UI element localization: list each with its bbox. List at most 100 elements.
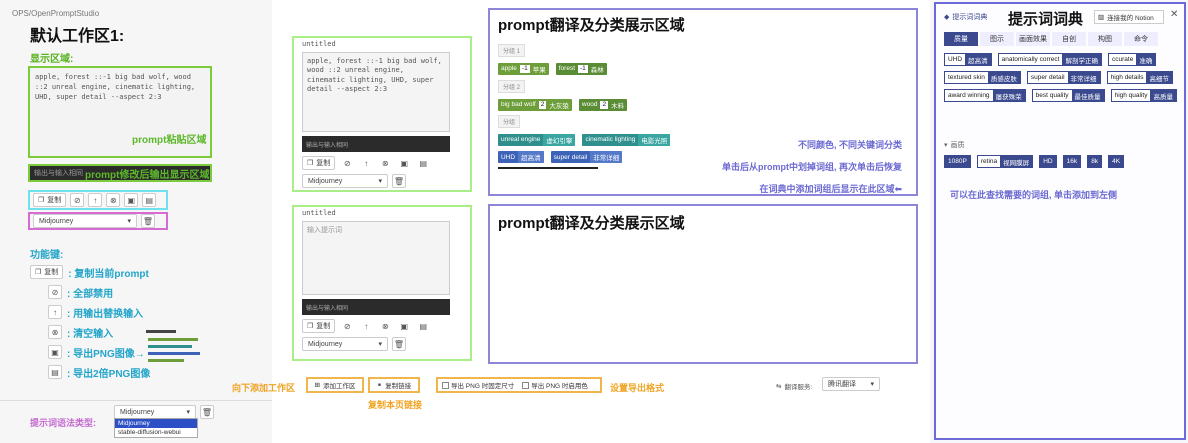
add-workspace-button[interactable]: ⊞ 添加工作区: [306, 377, 364, 393]
book-icon: ◆: [944, 14, 950, 21]
dict-title: 提示词词典: [1008, 11, 1084, 28]
export-format-note: 设置导出格式: [610, 383, 665, 393]
prompt-tag[interactable]: apple -1 苹果: [498, 62, 549, 75]
copy-icon: ❐: [307, 323, 314, 330]
syntax-select[interactable]: Midjourney ▾: [33, 214, 137, 228]
workspace-input[interactable]: 输入提示词: [302, 221, 450, 295]
output-bar[interactable]: 输出与输入相同 prompt修改后输出显示区域: [28, 164, 212, 182]
disable-button[interactable]: ⊘: [70, 193, 85, 207]
dict-word[interactable]: award winning 屡获殊荣: [944, 89, 1026, 102]
delete-button[interactable]: 🗑: [141, 214, 155, 228]
image-icon[interactable]: ▣: [397, 156, 412, 170]
dict-word[interactable]: 8k: [1087, 155, 1103, 168]
note-colors: 不同颜色, 不同关键词分类: [797, 140, 902, 150]
workspace-toolbar: ❐ 复制 ⊘ ↑ ⊗ ▣ ▤: [302, 319, 462, 333]
export-fixed-size-checkbox[interactable]: 导出 PNG 时固定尺寸: [442, 380, 514, 390]
export-color-checkbox[interactable]: 导出 PNG 时启用色: [522, 380, 588, 390]
prompt-tag[interactable]: forest -1 森林: [555, 62, 607, 75]
copy-button[interactable]: ❐ 复制: [30, 265, 64, 279]
note-dict: 在词典中添加词组后显示在此区域⬅: [759, 184, 902, 194]
dict-word[interactable]: super detail 非常详细: [1026, 71, 1101, 84]
syntax-option-sdwebui[interactable]: stable-diffusion-webui: [115, 428, 197, 437]
syntax-option-midjourney[interactable]: Midjourney: [115, 419, 197, 428]
arrow-up-icon[interactable]: ↑: [48, 305, 62, 319]
notion-button[interactable]: ▨ 连接我的 Notion: [1094, 10, 1164, 24]
delete-button[interactable]: 🗑: [200, 405, 214, 419]
copy-button[interactable]: ❐ 复制: [302, 319, 336, 333]
chevron-down-icon: ▾: [944, 142, 948, 149]
tab-style[interactable]: 图示: [980, 32, 1014, 46]
chevron-down-icon: ▾: [378, 341, 382, 348]
workspace-toolbar: ❐ 复制 ⊘ ↑ ⊗ ▣ ▤: [302, 156, 462, 170]
clear-icon[interactable]: ⊗: [378, 156, 393, 170]
function-replace: ↑ : 用输出替换输入: [30, 304, 150, 320]
image-icon[interactable]: ▣: [48, 345, 62, 359]
export-png-button[interactable]: ▣: [124, 193, 139, 207]
tab-custom[interactable]: 自创: [1052, 32, 1086, 46]
tab-command[interactable]: 命令: [1124, 32, 1158, 46]
workspace-title: 默认工作区1:: [30, 28, 125, 45]
paste-note: prompt粘贴区域: [132, 135, 207, 146]
workspace-input[interactable]: apple, forest ::-1 big bad wolf, wood ::…: [302, 52, 450, 132]
arrow-up-icon[interactable]: ↑: [359, 319, 374, 333]
translate-select[interactable]: 腾讯翻译 ▾: [822, 377, 880, 391]
arrow-up-icon[interactable]: ↑: [359, 156, 374, 170]
syntax-options: Midjourney stable-diffusion-webui: [114, 418, 198, 438]
image2x-icon[interactable]: ▤: [416, 319, 431, 333]
image2x-icon[interactable]: ▤: [416, 156, 431, 170]
dict-word[interactable]: ccurate 准确: [1108, 53, 1157, 66]
tab-effect[interactable]: 画面效果: [1016, 32, 1050, 46]
prompt-tag[interactable]: unreal engine 虚幻引擎: [498, 133, 576, 146]
dict-word[interactable]: 16k: [1062, 155, 1082, 168]
dict-section[interactable]: ▾ 画质: [944, 140, 965, 150]
workspace-output[interactable]: 输出与输入相同: [302, 299, 450, 315]
function-desc: : 导出PNG图像→: [67, 348, 145, 360]
dict-word[interactable]: 4K: [1108, 155, 1125, 168]
brand[interactable]: OPS/OpenPromptStudio: [12, 9, 99, 18]
chevron-down-icon: ▾: [186, 409, 190, 416]
delete-button[interactable]: 🗑: [392, 174, 406, 188]
dict-word[interactable]: UHD 超高清: [944, 53, 992, 66]
dict-word[interactable]: 1080P: [944, 155, 971, 168]
prompt-tag[interactable]: wood 2 木料: [578, 98, 628, 111]
dict-word[interactable]: high quality 高质量: [1110, 89, 1177, 102]
syntax-select[interactable]: Midjourney ▾: [302, 337, 388, 351]
workspace-title[interactable]: untitled: [302, 209, 462, 217]
function-desc: : 用输出替换输入: [67, 308, 144, 320]
syntax-dropdown[interactable]: Midjourney ▾: [114, 405, 196, 419]
function-clear: ⊗ : 清空输入: [30, 324, 150, 340]
dict-word[interactable]: HD: [1039, 155, 1057, 168]
prompt-tag[interactable]: UHD 超高清: [498, 151, 544, 163]
prompt-tag[interactable]: super detail 非常详细: [550, 151, 623, 163]
dict-word[interactable]: best quality 最佳质量: [1031, 89, 1105, 102]
replace-button[interactable]: ↑: [88, 193, 103, 207]
dict-word[interactable]: textured skin 质感皮肤: [944, 71, 1021, 84]
prompt-tag[interactable]: cinematic lighting 电影光照: [582, 133, 671, 146]
image2x-icon[interactable]: ▤: [48, 365, 62, 379]
clear-button[interactable]: ⊗: [106, 193, 121, 207]
disable-icon[interactable]: ⊘: [340, 156, 355, 170]
export-2x-button[interactable]: ▤: [142, 193, 157, 207]
syntax-select[interactable]: Midjourney ▾: [302, 174, 388, 188]
struck-tag-line[interactable]: [498, 167, 598, 173]
prompt-tag[interactable]: big bad wolf 2 大灰狼: [498, 98, 572, 111]
dict-word[interactable]: high details 高细节: [1106, 71, 1173, 84]
dict-word[interactable]: retina 视网膜屏: [976, 155, 1034, 168]
workspace-title[interactable]: untitled: [302, 40, 462, 48]
clear-icon[interactable]: ⊗: [378, 319, 393, 333]
copy-link-note: 复制本页链接: [368, 400, 423, 410]
copy-button[interactable]: ❐ 复制: [302, 156, 336, 170]
disable-icon[interactable]: ⊘: [340, 319, 355, 333]
delete-button[interactable]: 🗑: [392, 337, 406, 351]
image-icon[interactable]: ▣: [397, 319, 412, 333]
disable-icon[interactable]: ⊘: [48, 285, 62, 299]
tab-quality[interactable]: 质量: [944, 32, 978, 46]
copy-link-button[interactable]: ⚭ 复制链接: [368, 377, 420, 393]
clear-icon[interactable]: ⊗: [48, 325, 62, 339]
copy-button[interactable]: ❐ 复制: [33, 193, 67, 207]
dict-word[interactable]: anatomically correct 解剖学正确: [997, 53, 1102, 66]
close-icon[interactable]: ✕: [1170, 9, 1178, 20]
workspace-output[interactable]: 输出与输入相同: [302, 136, 450, 152]
tab-composition[interactable]: 构图: [1088, 32, 1122, 46]
prompt-paste-area[interactable]: apple, forest ::-1 big bad wolf, wood ::…: [28, 66, 212, 158]
